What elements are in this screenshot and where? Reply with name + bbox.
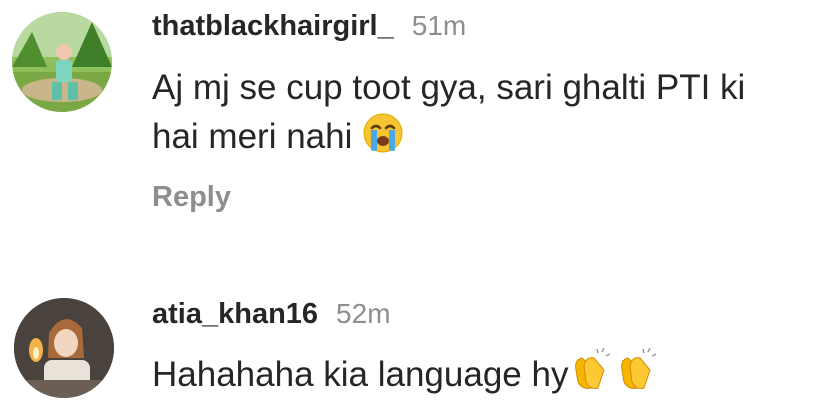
comment-header: thatblackhairgirl_ 51m	[152, 10, 466, 43]
username[interactable]: thatblackhairgirl_	[152, 10, 394, 43]
comment-text: Hahahaha kia language hy	[152, 347, 660, 405]
loudly-crying-face-icon	[362, 112, 404, 167]
clapping-hands-icon	[568, 347, 614, 405]
avatar[interactable]	[14, 298, 114, 398]
avatar[interactable]	[12, 12, 112, 112]
timestamp: 51m	[411, 10, 467, 41]
comment-text-line-2-text: hai meri nahi	[152, 117, 353, 156]
reply-button[interactable]: Reply	[152, 181, 231, 214]
clapping-hands-icon	[614, 347, 660, 405]
username[interactable]: atia_khan16	[152, 298, 318, 331]
comment-header: atia_khan16 52m	[152, 298, 391, 331]
comment-text-line-1: Aj mj se cup toot gya, sari ghalti PTI k…	[152, 68, 746, 107]
comment-2: atia_khan16 52m Hahahaha kia language hy	[0, 290, 826, 405]
timestamp: 52m	[336, 298, 391, 329]
comment-1: thatblackhairgirl_ 51m Aj mj se cup toot…	[0, 0, 826, 260]
comment-text-body: Hahahaha kia language hy	[152, 355, 569, 394]
comment-text-line-2: hai meri nahi	[152, 112, 745, 167]
comment-text: Aj mj se cup toot gya, sari ghalti PTI k…	[152, 64, 745, 167]
